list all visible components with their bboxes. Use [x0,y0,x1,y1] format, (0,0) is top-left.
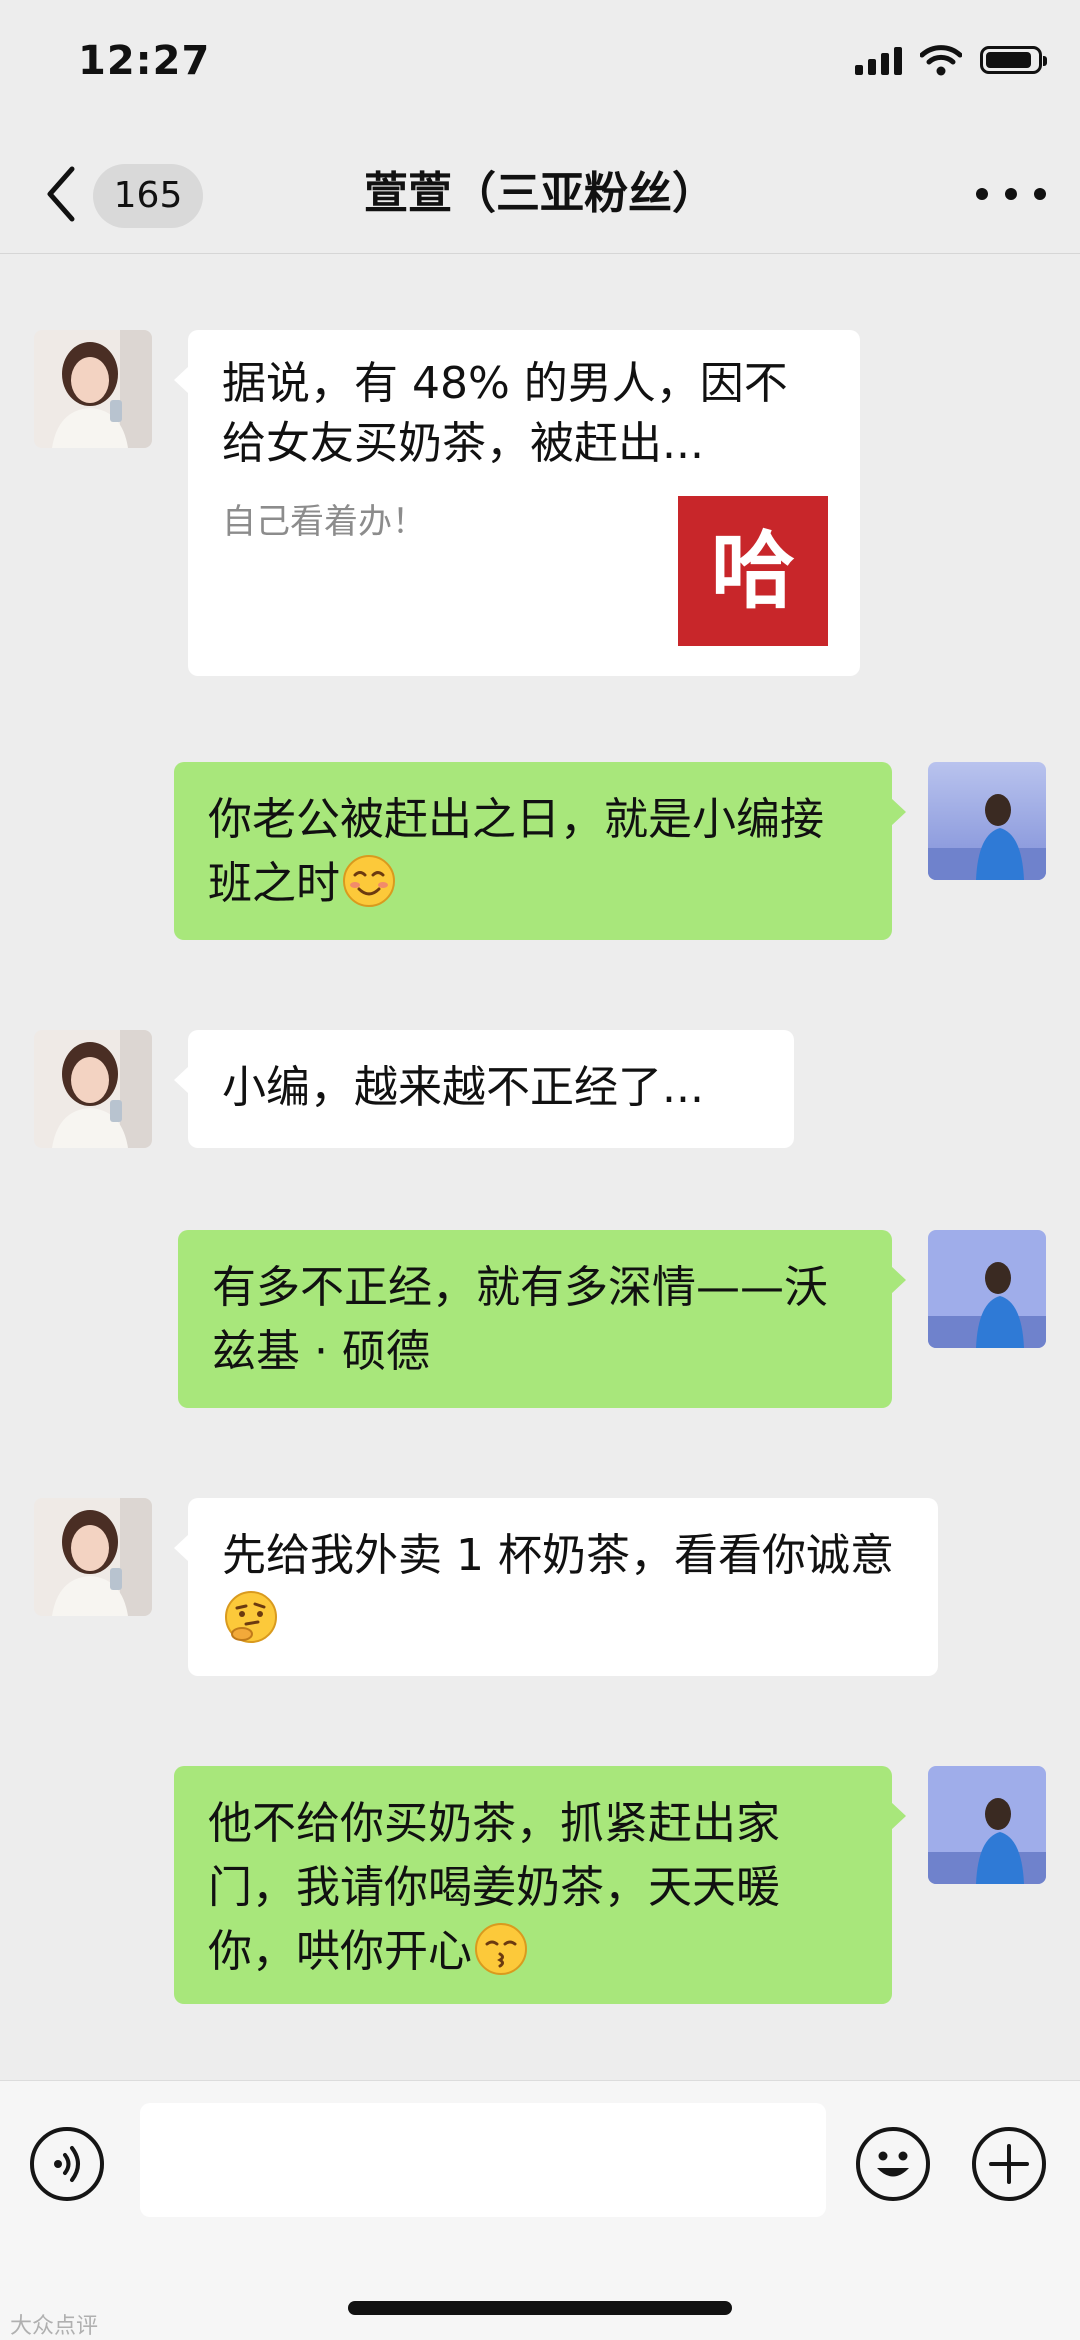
status-bar: 12:27 [0,0,1080,135]
watermark-text: 大众点评 [10,2314,99,2339]
emoji-icon[interactable] [856,2127,930,2201]
message-row: 小编，越来越不正经了... [0,1030,1080,1148]
link-card-description: 自己看着办！ [222,502,426,542]
message-text: 有多不正经，就有多深情——沃兹基 · 硕德 [212,1262,828,1377]
link-card-thumbnail: 哈 [678,496,828,646]
message-text: 先给我外卖 1 杯奶茶，看看你诚意 [222,1530,894,1581]
message-row: 据说，有 48% 的男人，因不给女友买奶茶，被赶出... 自己看着办！ 哈 [0,330,1080,676]
watermark: 大众点评 [10,2308,98,2340]
link-card[interactable]: 据说，有 48% 的男人，因不给女友买奶茶，被赶出... 自己看着办！ 哈 [174,330,860,676]
message-bubble-sent[interactable]: 你老公被赶出之日，就是小编接班之时 [174,762,906,940]
chat-header: 165 萱萱（三亚粉丝） [0,135,1080,254]
home-indicator[interactable] [348,2301,732,2315]
battery-icon [980,46,1047,74]
my-avatar-image [928,1766,1046,1884]
message-text: 小编，越来越不正经了... [222,1062,704,1113]
message-list[interactable]: 据说，有 48% 的男人，因不给女友买奶茶，被赶出... 自己看着办！ 哈 你老… [0,254,1080,2080]
my-avatar-image [928,762,1046,880]
my-avatar[interactable] [928,1766,1046,1884]
smiling-blush-emoji-icon [343,855,395,907]
unread-count-badge[interactable]: 165 [93,164,203,228]
contact-avatar-image [34,330,152,448]
signal-icon [855,45,902,75]
message-row: 有多不正经，就有多深情——沃兹基 · 硕德 [0,1230,1080,1408]
my-avatar[interactable] [928,1230,1046,1348]
contact-avatar[interactable] [34,1030,152,1148]
contact-avatar-image [34,1498,152,1616]
message-row: 你老公被赶出之日，就是小编接班之时 [0,762,1080,940]
message-row: 先给我外卖 1 杯奶茶，看看你诚意 [0,1498,1080,1676]
voice-icon[interactable] [30,2127,104,2201]
more-dots-icon[interactable] [976,169,1046,219]
my-avatar[interactable] [928,762,1046,880]
contact-avatar[interactable] [34,330,152,448]
chevron-left-icon[interactable] [40,161,80,227]
status-icons [855,44,1047,76]
plus-icon[interactable] [972,2127,1046,2201]
message-bubble-received[interactable]: 小编，越来越不正经了... [174,1030,794,1148]
battery-level [986,52,1031,68]
wifi-icon [920,45,962,76]
thinking-face-emoji-icon [225,1591,277,1643]
kissing-face-emoji-icon [475,1923,527,1975]
message-text: 你老公被赶出之日，就是小编接班之时 [208,794,824,909]
message-input[interactable] [140,2103,826,2217]
input-bar [0,2080,1080,2340]
message-bubble-sent[interactable]: 有多不正经，就有多深情——沃兹基 · 硕德 [178,1230,906,1408]
contact-avatar-image [34,1030,152,1148]
message-bubble-received[interactable]: 先给我外卖 1 杯奶茶，看看你诚意 [174,1498,938,1676]
link-card-title: 据说，有 48% 的男人，因不给女友买奶茶，被赶出... [222,358,788,469]
my-avatar-image [928,1230,1046,1348]
message-bubble-sent[interactable]: 他不给你买奶茶，抓紧赶出家门，我请你喝姜奶茶，天天暖你，哄你开心 [174,1766,906,2004]
message-row: 他不给你买奶茶，抓紧赶出家门，我请你喝姜奶茶，天天暖你，哄你开心 [0,1766,1080,2004]
status-time: 12:27 [78,38,211,84]
contact-avatar[interactable] [34,1498,152,1616]
